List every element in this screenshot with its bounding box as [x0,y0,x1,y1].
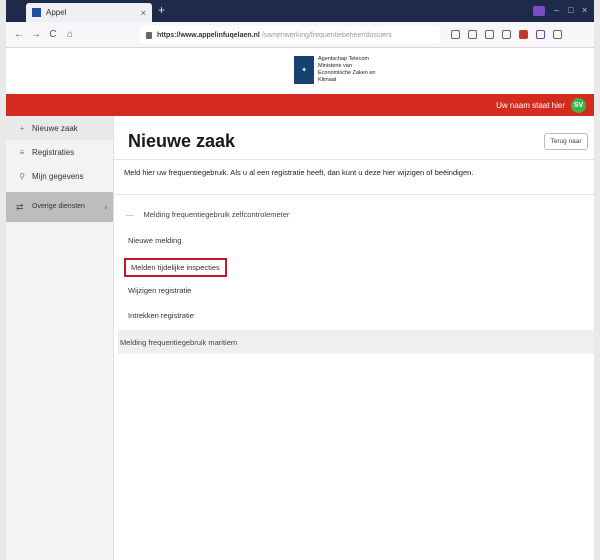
containers-icon[interactable] [502,30,511,39]
site-logo[interactable]: ✦ Agentschap Telecom Ministerie van Econ… [294,56,386,84]
section-header-maritiem[interactable]: Melding frequentiegebruik maritiem [118,330,594,354]
browser-window: Appel × + – □ × ← → C ⌂ https://www.appe… [6,0,594,560]
site-header: ✦ Agentschap Telecom Ministerie van Econ… [6,48,594,94]
divider [114,194,594,195]
new-tab-button[interactable]: + [158,3,165,17]
user-icon: ⚲ [19,171,25,181]
library-icon[interactable] [451,30,460,39]
tab-close-icon[interactable]: × [141,8,146,18]
back-button[interactable]: Terug naar [544,133,588,150]
tab-bar: Appel × + – □ × [6,0,594,22]
sidebar-toggle-icon[interactable] [468,30,477,39]
sidebar-item-registraties[interactable]: ≡ Registraties [6,140,113,164]
logo-text: Agentschap Telecom Ministerie van Econom… [318,56,376,83]
back-arrow-icon[interactable]: ← [12,29,26,40]
sidebar-item-nieuwe-zaak[interactable]: + Nieuwe zaak [6,116,113,140]
link-nieuwe-melding[interactable]: Nieuwe melding [128,236,181,245]
collapse-icon: — [126,210,134,219]
url-path: /samenwerking/frequentiebeheer/dossiers [261,31,392,39]
maximize-button[interactable]: □ [568,5,573,15]
minimize-button[interactable]: – [554,5,559,15]
section-header-zelfcontrolemeter[interactable]: — Melding frequentiegebruik zelfcontrole… [126,210,289,219]
switch-icon: ⇄ [16,201,24,212]
extension-icon[interactable] [533,6,545,16]
favicon-icon [32,8,41,17]
address-bar[interactable]: https://www.appelinfuqelaen.nl /samenwer… [140,26,440,44]
logo-emblem-icon: ✦ [294,56,314,84]
sidebar-menu-overige-diensten[interactable]: ⇄ Overige diensten › [6,192,113,222]
user-name-link[interactable]: Uw naam staat hier [496,101,565,110]
sidebar-item-label: Mijn gegevens [32,171,84,181]
toolbar-icons [451,30,562,39]
sidebar-item-mijn-gegevens[interactable]: ⚲ Mijn gegevens [6,164,113,188]
sidebar: + Nieuwe zaak ≡ Registraties ⚲ Mijn gege… [6,116,114,560]
addon-purple-icon[interactable] [536,30,545,39]
browser-tab[interactable]: Appel × [26,3,152,22]
intro-text: Meld hier uw frequentiegebruik. Als u al… [124,168,474,177]
sidebar-item-label: Nieuwe zaak [32,123,78,133]
browser-toolbar: ← → C ⌂ https://www.appelinfuqelaen.nl /… [6,22,594,48]
link-wijzigen-registratie[interactable]: Wijzigen registratie [128,286,191,295]
plus-icon: + [19,123,25,133]
home-icon[interactable]: ⌂ [63,29,77,40]
link-melden-tijdelijke-inspecties[interactable]: Melden tijdelijke inspecties [124,258,227,277]
link-intrekken-registratie[interactable]: Intrekken registratie [128,311,194,320]
reload-icon[interactable]: C [46,29,60,40]
divider [114,159,594,160]
sidebar-menu-label: Overige diensten [32,203,85,210]
user-bar: Uw naam staat hier SV [6,94,594,116]
lock-icon [146,31,152,39]
list-icon: ≡ [19,147,25,157]
chevron-right-icon: › [104,202,107,212]
settings-icon[interactable] [553,30,562,39]
main-content: Nieuwe zaak Terug naar Meld hier uw freq… [114,116,594,560]
avatar[interactable]: SV [571,97,586,113]
screenshot-icon[interactable] [485,30,494,39]
tab-title: Appel [46,8,67,17]
section-header-label: Melding frequentiegebruik zelfcontroleme… [143,210,290,219]
page-title: Nieuwe zaak [128,131,236,151]
close-window-button[interactable]: × [582,5,587,15]
sidebar-item-label: Registraties [32,147,75,157]
forward-arrow-icon[interactable]: → [29,29,43,40]
url-domain: https://www.appelinfuqelaen.nl [157,31,260,39]
addon-red-icon[interactable] [519,30,528,39]
